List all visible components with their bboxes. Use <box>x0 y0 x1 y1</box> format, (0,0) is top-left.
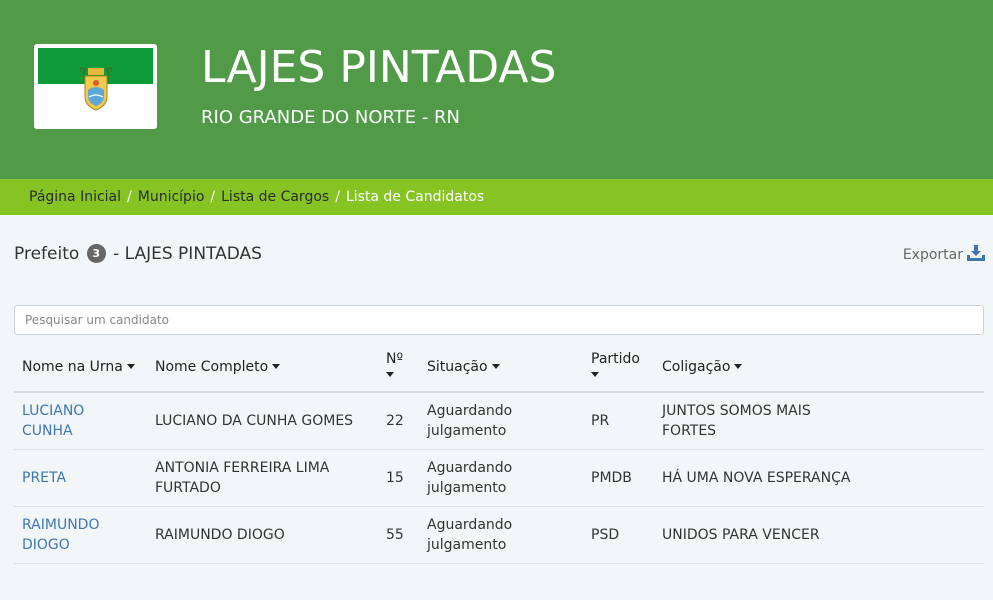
cell-partido: PSD <box>583 506 654 564</box>
city-suffix: - LAJES PINTADAS <box>113 244 262 264</box>
city-title: LAJES PINTADAS <box>201 42 557 93</box>
table-row: RAIMUNDO DIOGO RAIMUNDO DIOGO 55 Aguarda… <box>14 506 984 564</box>
cell-partido: PR <box>583 392 654 450</box>
cell-coligacao: UNIDOS PARA VENCER <box>654 506 984 564</box>
cell-partido: PMDB <box>583 449 654 507</box>
column-header-coligacao[interactable]: Coligação <box>654 343 984 393</box>
breadcrumb-municipio[interactable]: Município <box>138 189 205 205</box>
cell-situacao: Aguardando julgamento <box>419 392 583 450</box>
state-subtitle: RIO GRANDE DO NORTE - RN <box>201 107 461 128</box>
page-title: Prefeito 3 - LAJES PINTADAS <box>14 244 262 264</box>
column-header-nome-urna[interactable]: Nome na Urna <box>14 343 147 393</box>
state-flag <box>34 44 157 129</box>
column-header-numero[interactable]: Nº <box>378 343 419 393</box>
candidate-link[interactable]: RAIMUNDO DIOGO <box>22 515 112 555</box>
breadcrumb-lista-cargos[interactable]: Lista de Cargos <box>221 189 329 205</box>
cell-nome-urna: PRETA <box>14 449 147 507</box>
cell-coligacao: JUNTOS SOMOS MAIS FORTES <box>654 392 984 450</box>
sort-caret-icon <box>734 364 743 369</box>
sort-caret-icon <box>591 372 599 377</box>
breadcrumb-separator: / <box>127 189 132 205</box>
breadcrumb-separator: / <box>335 189 340 205</box>
breadcrumb-home[interactable]: Página Inicial <box>29 189 121 205</box>
candidates-table: Nome na Urna Nome Completo Nº Situação P… <box>14 343 984 564</box>
table-row: LUCIANO CUNHA LUCIANO DA CUNHA GOMES 22 … <box>14 392 984 450</box>
export-button[interactable]: Exportar <box>903 245 985 263</box>
cell-nome-urna: LUCIANO CUNHA <box>14 392 147 450</box>
coat-of-arms-icon <box>79 67 113 111</box>
sort-caret-icon <box>126 364 135 369</box>
sort-caret-icon <box>386 372 394 377</box>
candidate-link[interactable]: PRETA <box>22 470 66 486</box>
cell-numero: 15 <box>378 449 419 507</box>
cell-numero: 22 <box>378 392 419 450</box>
table-row: PRETA ANTONIA FERREIRA LIMA FURTADO 15 A… <box>14 449 984 507</box>
cell-nome-completo: ANTONIA FERREIRA LIMA FURTADO <box>147 449 378 507</box>
candidate-count-badge: 3 <box>86 244 106 263</box>
search-input[interactable] <box>14 305 984 335</box>
breadcrumb: Página Inicial / Município / Lista de Cargos… <box>0 179 993 215</box>
sort-caret-icon <box>272 364 281 369</box>
export-label: Exportar <box>902 247 963 263</box>
cell-nome-completo: LUCIANO DA CUNHA GOMES <box>147 392 378 450</box>
header-banner: LAJES PINTADAS RIO GRANDE DO NORTE - RN <box>0 0 993 179</box>
breadcrumb-lista-candidatos: Lista de Candidatos <box>345 189 485 205</box>
column-header-situacao[interactable]: Situação <box>419 343 583 393</box>
download-icon <box>967 245 985 261</box>
table-header-row: Nome na Urna Nome Completo Nº Situação P… <box>14 343 984 393</box>
column-header-partido[interactable]: Partido <box>583 343 654 393</box>
cell-nome-completo: RAIMUNDO DIOGO <box>147 506 378 564</box>
cargo-label: Prefeito <box>14 244 80 264</box>
breadcrumb-separator: / <box>210 189 216 205</box>
candidate-link[interactable]: LUCIANO CUNHA <box>22 403 84 439</box>
sort-caret-icon <box>491 364 500 369</box>
cell-coligacao: HÁ UMA NOVA ESPERANÇA <box>654 449 984 507</box>
cell-situacao: Aguardando julgamento <box>419 506 583 564</box>
cell-nome-urna: RAIMUNDO DIOGO <box>14 506 147 564</box>
cell-numero: 55 <box>378 506 419 564</box>
cell-situacao: Aguardando julgamento <box>419 449 583 507</box>
column-header-nome-completo[interactable]: Nome Completo <box>147 343 378 393</box>
